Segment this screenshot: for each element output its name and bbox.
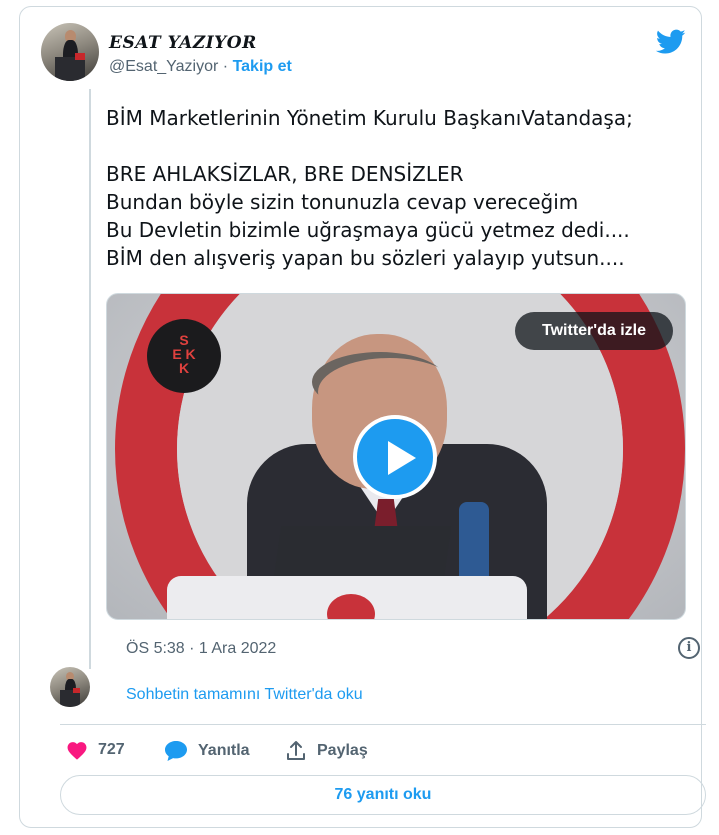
- channel-watermark-logo: S E K K: [147, 319, 221, 393]
- read-conversation-link[interactable]: Sohbetin tamamını Twitter'da oku: [126, 686, 363, 704]
- play-icon: [388, 441, 416, 475]
- tweet-timestamp[interactable]: ÖS 5:38 · 1 Ara 2022: [126, 640, 276, 658]
- like-button[interactable]: 727: [66, 740, 125, 760]
- tweet-line: BRE AHLAKSİZLAR, BRE DENSİZLER: [106, 162, 464, 186]
- share-upload-icon: [287, 741, 305, 760]
- tweet-line: BİM Marketlerinin Yönetim Kurulu Başkanı…: [106, 106, 633, 130]
- thread-line: [89, 89, 91, 669]
- tweet-card: ESAT YAZIYOR @Esat_Yaziyor · Takip et Bİ…: [19, 6, 706, 828]
- tweet-line: Bu Devletin bizimle uğraşmaya gücü yetme…: [106, 218, 630, 242]
- video-player[interactable]: S E K K Twitter'da izle: [106, 293, 686, 620]
- read-replies-button[interactable]: 76 yanıtı oku: [60, 775, 706, 815]
- handle-separator: ·: [222, 58, 229, 75]
- reply-label: Yanıtla: [198, 742, 250, 759]
- tweet-line: BİM den alışveriş yapan bu sözleri yalay…: [106, 246, 625, 270]
- video-water-bottle: [459, 502, 489, 582]
- watch-on-twitter-button[interactable]: Twitter'da izle: [515, 312, 673, 350]
- author-handle[interactable]: @Esat_Yaziyor: [109, 58, 218, 75]
- twitter-bird-icon[interactable]: [656, 29, 686, 55]
- share-label: Paylaş: [317, 742, 368, 759]
- follow-button[interactable]: Takip et: [233, 58, 292, 75]
- share-button[interactable]: Paylaş: [285, 740, 368, 762]
- tweet-text: BİM Marketlerinin Yönetim Kurulu Başkanı…: [106, 104, 696, 272]
- author-avatar[interactable]: [41, 23, 99, 81]
- author-handle-row: @Esat_Yaziyor · Takip et: [109, 58, 292, 76]
- heart-icon: [67, 742, 87, 760]
- reply-bubble-icon: [165, 741, 187, 761]
- reply-button[interactable]: Yanıtla: [164, 740, 250, 762]
- tweet-line: Bundan böyle sizin tonunuzla cevap verec…: [106, 190, 579, 214]
- info-icon[interactable]: i: [678, 637, 700, 659]
- author-display-name[interactable]: ESAT YAZIYOR: [109, 33, 257, 53]
- conversation-avatar[interactable]: [50, 667, 90, 707]
- like-count: 727: [98, 741, 125, 758]
- divider: [60, 724, 706, 725]
- play-button[interactable]: [353, 415, 437, 499]
